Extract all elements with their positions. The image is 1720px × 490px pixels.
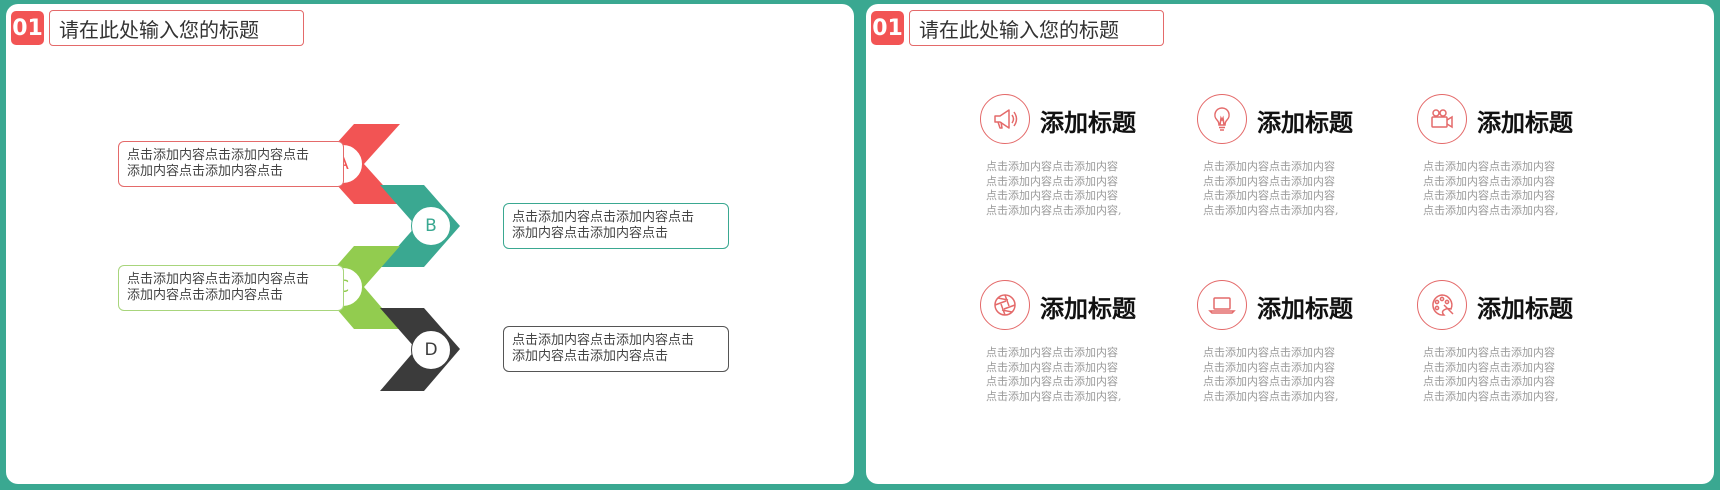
step-c-text-line: 添加内容点击添加内容点击 xyxy=(127,288,284,303)
desc-line: 点击添加内容点击添加内容 xyxy=(1203,360,1335,374)
icon-circle xyxy=(1417,280,1467,330)
palette-icon xyxy=(1432,294,1454,316)
step-d-letter: D xyxy=(424,340,438,360)
laptop-icon xyxy=(1208,297,1236,314)
desc-line: 点击添加内容点击添加内容, xyxy=(1423,389,1559,403)
step-b-text-box[interactable]: 点击添加内容点击添加内容点击 添加内容点击添加内容点击 xyxy=(503,203,729,249)
desc-line: 点击添加内容点击添加内容 xyxy=(1423,160,1555,173)
step-d-text-line: 添加内容点击添加内容点击 xyxy=(512,349,669,364)
desc-line: 点击添加内容点击添加内容 xyxy=(986,375,1118,388)
step-b-text-line: 点击添加内容点击添加内容点击 xyxy=(512,210,695,225)
step-b-text-line: 添加内容点击添加内容点击 xyxy=(512,226,669,241)
desc-line: 点击添加内容点击添加内容 xyxy=(1203,346,1335,359)
feature-title[interactable]: 添加标题 xyxy=(1040,103,1136,138)
feature-description[interactable]: 点击添加内容点击添加内容 点击添加内容点击添加内容 点击添加内容点击添加内容 点… xyxy=(1203,160,1403,218)
step-d-circle: D xyxy=(411,330,451,370)
feature-item: 添加标题 点击添加内容点击添加内容 点击添加内容点击添加内容 点击添加内容点击添… xyxy=(1417,280,1637,420)
desc-line: 点击添加内容点击添加内容 xyxy=(986,160,1118,173)
feature-description[interactable]: 点击添加内容点击添加内容 点击添加内容点击添加内容 点击添加内容点击添加内容 点… xyxy=(1203,346,1403,404)
video-camera-icon xyxy=(1431,109,1453,129)
feature-item: 添加标题 点击添加内容点击添加内容 点击添加内容点击添加内容 点击添加内容点击添… xyxy=(980,280,1200,420)
step-b-circle: B xyxy=(411,206,451,246)
slide-title[interactable]: 请在此处输入您的标题 xyxy=(909,10,1164,46)
desc-line: 点击添加内容点击添加内容 xyxy=(1423,375,1555,388)
desc-line: 点击添加内容点击添加内容, xyxy=(986,203,1122,217)
icon-circle xyxy=(980,94,1030,144)
feature-description[interactable]: 点击添加内容点击添加内容 点击添加内容点击添加内容 点击添加内容点击添加内容 点… xyxy=(1423,160,1623,218)
desc-line: 点击添加内容点击添加内容, xyxy=(1203,389,1339,403)
feature-title[interactable]: 添加标题 xyxy=(1040,289,1136,324)
desc-line: 点击添加内容点击添加内容 xyxy=(986,174,1118,188)
feature-item: 添加标题 点击添加内容点击添加内容 点击添加内容点击添加内容 点击添加内容点击添… xyxy=(1417,94,1637,234)
feature-description[interactable]: 点击添加内容点击添加内容 点击添加内容点击添加内容 点击添加内容点击添加内容 点… xyxy=(986,346,1186,404)
feature-title[interactable]: 添加标题 xyxy=(1477,103,1573,138)
icon-circle xyxy=(1197,280,1247,330)
desc-line: 点击添加内容点击添加内容 xyxy=(1203,375,1335,388)
icon-circle xyxy=(980,280,1030,330)
feature-item: 添加标题 点击添加内容点击添加内容 点击添加内容点击添加内容 点击添加内容点击添… xyxy=(1197,94,1417,234)
desc-line: 点击添加内容点击添加内容 xyxy=(986,360,1118,374)
slide-left: 01 请在此处输入您的标题 A B C D 点击添加内容点击添加内容点击 添加内… xyxy=(6,4,854,484)
step-a-text-line: 添加内容点击添加内容点击 xyxy=(127,164,284,179)
feature-description[interactable]: 点击添加内容点击添加内容 点击添加内容点击添加内容 点击添加内容点击添加内容 点… xyxy=(1423,346,1623,404)
desc-line: 点击添加内容点击添加内容, xyxy=(1423,203,1559,217)
feature-title[interactable]: 添加标题 xyxy=(1477,289,1573,324)
desc-line: 点击添加内容点击添加内容 xyxy=(986,346,1118,359)
desc-line: 点击添加内容点击添加内容 xyxy=(1423,346,1555,359)
feature-item: 添加标题 点击添加内容点击添加内容 点击添加内容点击添加内容 点击添加内容点击添… xyxy=(1197,280,1417,420)
step-c-text-line: 点击添加内容点击添加内容点击 xyxy=(127,272,310,287)
feature-title[interactable]: 添加标题 xyxy=(1257,103,1353,138)
megaphone-icon xyxy=(994,109,1018,129)
icon-circle xyxy=(1417,94,1467,144)
step-d-text-line: 点击添加内容点击添加内容点击 xyxy=(512,333,695,348)
step-c-text-box[interactable]: 点击添加内容点击添加内容点击 添加内容点击添加内容点击 xyxy=(118,265,344,311)
feature-description[interactable]: 点击添加内容点击添加内容 点击添加内容点击添加内容 点击添加内容点击添加内容 点… xyxy=(986,160,1186,218)
desc-line: 点击添加内容点击添加内容, xyxy=(986,389,1122,403)
lightbulb-icon xyxy=(1214,107,1230,131)
feature-item: 添加标题 点击添加内容点击添加内容 点击添加内容点击添加内容 点击添加内容点击添… xyxy=(980,94,1200,234)
desc-line: 点击添加内容点击添加内容 xyxy=(986,189,1118,202)
icon-circle xyxy=(1197,94,1247,144)
desc-line: 点击添加内容点击添加内容 xyxy=(1203,160,1335,173)
step-b-letter: B xyxy=(425,216,437,236)
aperture-icon xyxy=(994,294,1016,316)
step-a-text-box[interactable]: 点击添加内容点击添加内容点击 添加内容点击添加内容点击 xyxy=(118,141,344,187)
slide-number-badge: 01 xyxy=(871,11,904,45)
desc-line: 点击添加内容点击添加内容 xyxy=(1423,360,1555,374)
desc-line: 点击添加内容点击添加内容 xyxy=(1423,174,1555,188)
slide-right: 01 请在此处输入您的标题 添加标题 点击添加内容点击添加内容 点击添加内容点击… xyxy=(866,4,1714,484)
feature-title[interactable]: 添加标题 xyxy=(1257,289,1353,324)
desc-line: 点击添加内容点击添加内容 xyxy=(1203,189,1335,202)
desc-line: 点击添加内容点击添加内容 xyxy=(1203,174,1335,188)
step-a-text-line: 点击添加内容点击添加内容点击 xyxy=(127,148,310,163)
desc-line: 点击添加内容点击添加内容 xyxy=(1423,189,1555,202)
step-d-text-box[interactable]: 点击添加内容点击添加内容点击 添加内容点击添加内容点击 xyxy=(503,326,729,372)
desc-line: 点击添加内容点击添加内容, xyxy=(1203,203,1339,217)
